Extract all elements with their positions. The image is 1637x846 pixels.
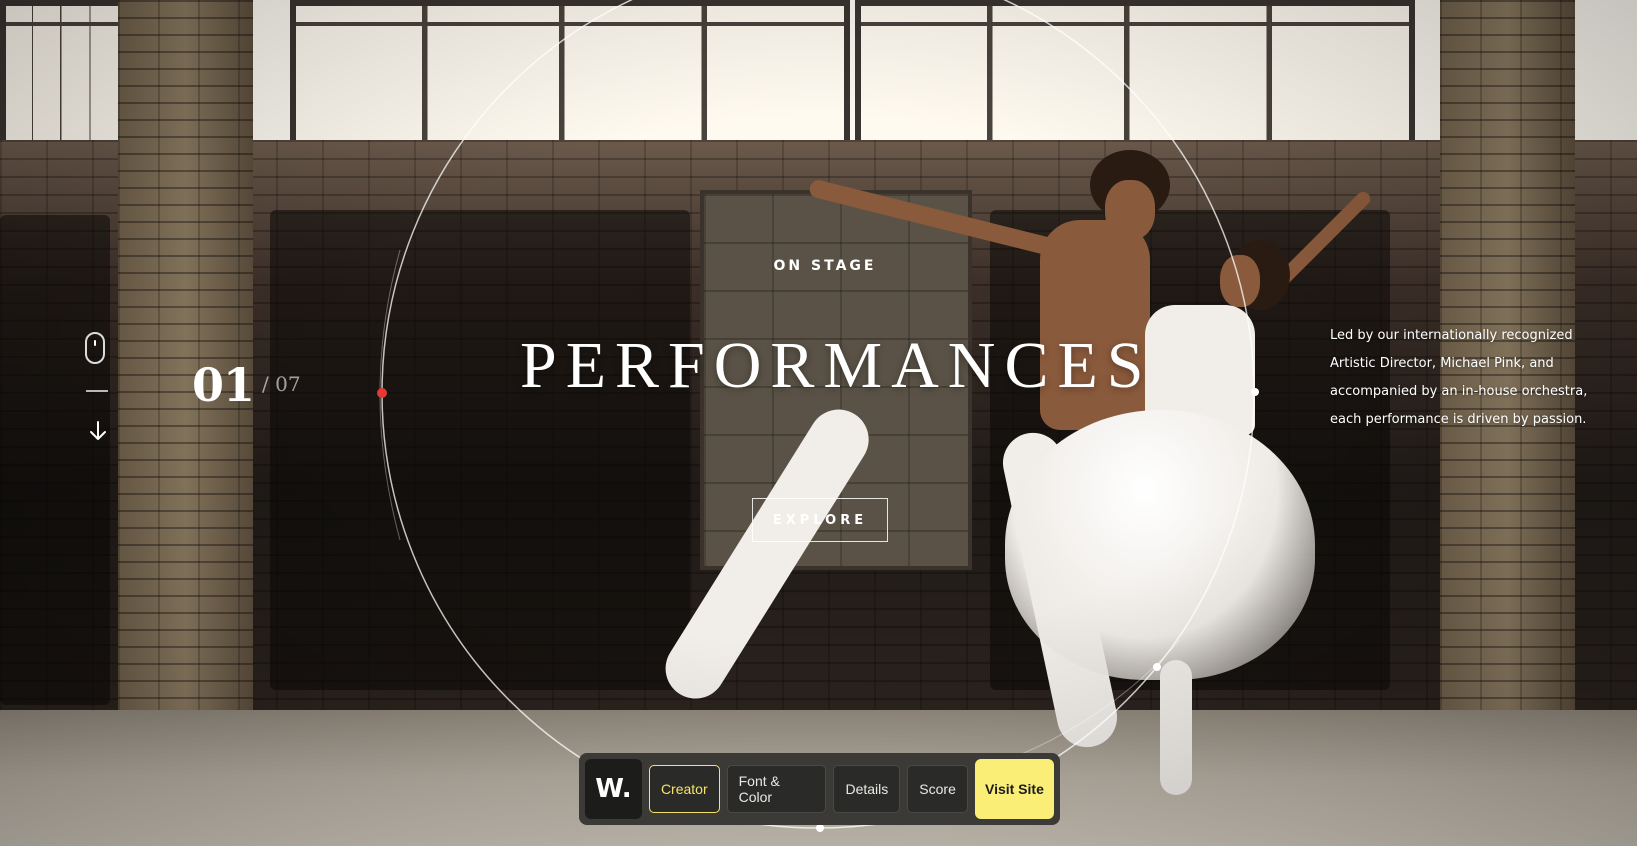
ring-node[interactable] — [1251, 388, 1259, 396]
slide-total-count: / 07 — [262, 372, 301, 396]
tab-score[interactable]: Score — [907, 765, 968, 813]
tab-details[interactable]: Details — [833, 765, 901, 813]
ring-node[interactable] — [816, 824, 824, 832]
ring-node[interactable] — [1153, 663, 1161, 671]
tab-creator[interactable]: Creator — [648, 765, 720, 813]
section-kicker: ON STAGE — [773, 258, 877, 274]
tab-font-color[interactable]: Font & Color — [726, 765, 827, 813]
active-indicator-dot[interactable] — [377, 388, 387, 398]
arrow-down-icon[interactable] — [88, 420, 108, 442]
mouse-icon — [85, 332, 105, 364]
hero-description: Led by our internationally recognized Ar… — [1330, 328, 1588, 427]
page-title: PERFORMANCES — [520, 329, 1153, 402]
brand-logo[interactable]: W. — [585, 759, 642, 819]
visit-site-button[interactable]: Visit Site — [974, 759, 1054, 819]
explore-button[interactable]: EXPLORE — [752, 498, 888, 542]
bottom-toolbar: W. Creator Font & Color Details Score Vi… — [579, 753, 1060, 825]
divider — [86, 390, 108, 392]
slide-current-number: 01 — [192, 358, 255, 412]
